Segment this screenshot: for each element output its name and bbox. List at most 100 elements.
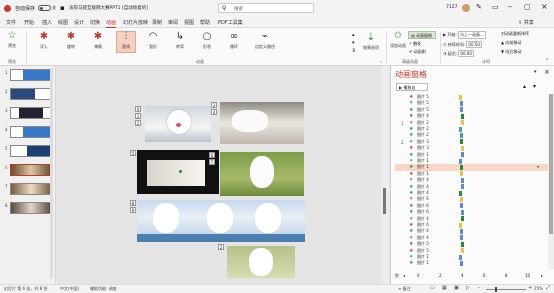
timeline-bar[interactable]	[459, 94, 462, 100]
effect-arc[interactable]: ◠ 弧形	[145, 32, 161, 50]
effect-loop[interactable]: ∞ 循环	[226, 32, 242, 50]
save-icon[interactable]: ▪	[60, 4, 68, 12]
tab-design[interactable]: 设计	[74, 19, 84, 26]
pane-scrollbar[interactable]	[548, 94, 554, 269]
animation-order-badge[interactable]: 3	[211, 102, 217, 108]
start-select[interactable]: 与上一动画...	[458, 31, 486, 39]
slide-sorter-icon[interactable]: ▦	[442, 285, 447, 291]
effect-turn[interactable]: ↳ 转弯	[172, 32, 188, 50]
timeline-bar[interactable]	[460, 171, 463, 177]
zoom-slider[interactable]	[486, 287, 526, 292]
close-pane-icon[interactable]: ×	[544, 68, 550, 76]
animation-order-badge[interactable]: 0	[135, 106, 141, 112]
accessibility-status[interactable]: 辅助功能: 调查	[90, 286, 117, 292]
slide-thumbnail[interactable]: 7	[2, 183, 54, 195]
add-animation-button[interactable]: ✩ 添加动画	[389, 31, 407, 49]
zoom-in-icon[interactable]: ▸	[541, 273, 543, 278]
scroll-thumb[interactable]	[383, 188, 386, 214]
timeline-bar[interactable]	[459, 100, 463, 106]
user-name[interactable]: 7127	[446, 5, 457, 10]
move-earlier-button[interactable]: ▲ 向前移动	[501, 40, 521, 46]
pane-options-icon[interactable]: ▾	[534, 69, 537, 75]
animation-order-badge[interactable]: 1	[135, 113, 141, 119]
trigger-button[interactable]: ⚡ 触发	[409, 41, 421, 47]
slideshow-view-icon[interactable]: ▷	[466, 285, 470, 291]
delay-input[interactable]: 00.00	[458, 50, 474, 57]
zoom-level[interactable]: 25%	[534, 286, 543, 291]
timeline-bar[interactable]	[460, 235, 463, 241]
pen-icon[interactable]: ✎	[476, 3, 482, 11]
effect-spin[interactable]: ✱ 旋转	[63, 32, 79, 50]
canvas-scrollbar[interactable]	[381, 66, 389, 284]
timeline-bar[interactable]	[460, 177, 464, 183]
timeline-bar[interactable]	[459, 158, 462, 164]
animation-order-badge[interactable]: 2	[135, 120, 141, 126]
dog-image[interactable]	[220, 102, 304, 144]
slide-thumbnail[interactable]: 8	[2, 202, 54, 214]
zoom-slider-thumb[interactable]	[495, 287, 497, 292]
effect-options-button[interactable]: ⇣ 效果选项	[360, 33, 382, 51]
slide-thumbnail[interactable]: 5	[2, 145, 54, 157]
close-icon[interactable]: ×	[541, 2, 548, 11]
timeline-bar[interactable]	[459, 260, 463, 266]
maximize-icon[interactable]: ▢	[524, 3, 531, 11]
slide-canvas[interactable]: 0 1 2 3 4 5 6 7 8 9 2	[57, 66, 389, 284]
tab-animations[interactable]: 动画	[106, 19, 117, 28]
timeline-bar[interactable]	[461, 184, 464, 190]
effect-shape[interactable]: ○ 形状	[199, 32, 215, 50]
reading-view-icon[interactable]: ▣	[454, 285, 459, 291]
tab-help[interactable]: 帮助	[200, 19, 210, 26]
down-arrow-icon[interactable]: ▾	[533, 83, 536, 90]
timeline-bar[interactable]	[461, 216, 464, 222]
fit-to-window-icon[interactable]: ⤢	[546, 285, 550, 291]
slide-thumbnail[interactable]: 2	[2, 88, 54, 100]
timeline-bar[interactable]	[460, 113, 464, 119]
slide-thumbnail[interactable]: 1	[2, 69, 54, 81]
tab-view[interactable]: 视图	[184, 19, 194, 26]
slide-thumbnail[interactable]: 3	[2, 107, 54, 119]
share-button[interactable]: ⇪ 共享	[518, 19, 534, 26]
gallery-more-icon[interactable]: ⊻	[352, 48, 356, 54]
timeline-bar[interactable]	[460, 203, 463, 209]
zoom-in-icon[interactable]: +	[528, 285, 532, 291]
avatar[interactable]	[462, 4, 470, 12]
timeline-bar[interactable]	[459, 126, 462, 132]
effect-float-in[interactable]: ✱ 浮入	[36, 32, 52, 50]
tab-transitions[interactable]: 切换	[90, 19, 100, 26]
timeline-bar[interactable]	[460, 209, 464, 215]
preview-button[interactable]: ☆ 预览	[4, 31, 20, 49]
effect-line[interactable]: ⫶ 直线	[116, 31, 136, 53]
timeline-bar[interactable]	[460, 139, 463, 145]
animation-order-badge[interactable]: 9	[130, 207, 136, 213]
timeline-bar[interactable]	[461, 152, 464, 158]
animation-order-badge[interactable]: 8	[130, 200, 136, 206]
animation-list-item[interactable]: ★ 图片 1	[395, 260, 553, 266]
timeline-bar[interactable]	[459, 254, 462, 260]
tab-home[interactable]: 开始	[24, 19, 34, 26]
minimize-icon[interactable]: –	[508, 2, 512, 11]
up-arrow-icon[interactable]: ▴	[523, 83, 526, 90]
animation-order-badge[interactable]: 4	[211, 109, 217, 115]
tab-draw[interactable]: 绘图	[58, 19, 68, 26]
collapse-ribbon-icon[interactable]: ⌃	[545, 58, 549, 64]
slide-thumbnail[interactable]: 6	[2, 164, 54, 176]
duration-input[interactable]: 00.50	[466, 41, 482, 48]
effect-bounce[interactable]: ✱ 弹跳	[90, 32, 106, 50]
dog-image[interactable]	[145, 106, 211, 142]
timeline-bar[interactable]	[461, 248, 464, 254]
dog-image[interactable]	[220, 152, 304, 196]
dog-image[interactable]	[137, 150, 219, 194]
timeline-bar[interactable]	[459, 228, 463, 234]
animation-order-badge[interactable]: 6	[209, 152, 215, 158]
dialog-launcher-icon[interactable]: ⌟	[380, 58, 382, 63]
slide-thumbnail[interactable]: 4	[2, 126, 54, 138]
timeline-bar[interactable]	[460, 241, 464, 247]
timeline-bar[interactable]	[459, 196, 463, 202]
tab-pdf-tools[interactable]: PDF工具集	[218, 19, 243, 26]
zoom-out-icon[interactable]: ◂	[403, 273, 405, 278]
tab-slideshow[interactable]: 幻灯片放映	[123, 19, 148, 26]
notes-button[interactable]: ≡ 备注	[398, 286, 411, 292]
animation-order-badge[interactable]: 7	[209, 159, 215, 165]
zoom-out-icon[interactable]: –	[478, 285, 481, 291]
dog-image[interactable]	[227, 246, 295, 278]
